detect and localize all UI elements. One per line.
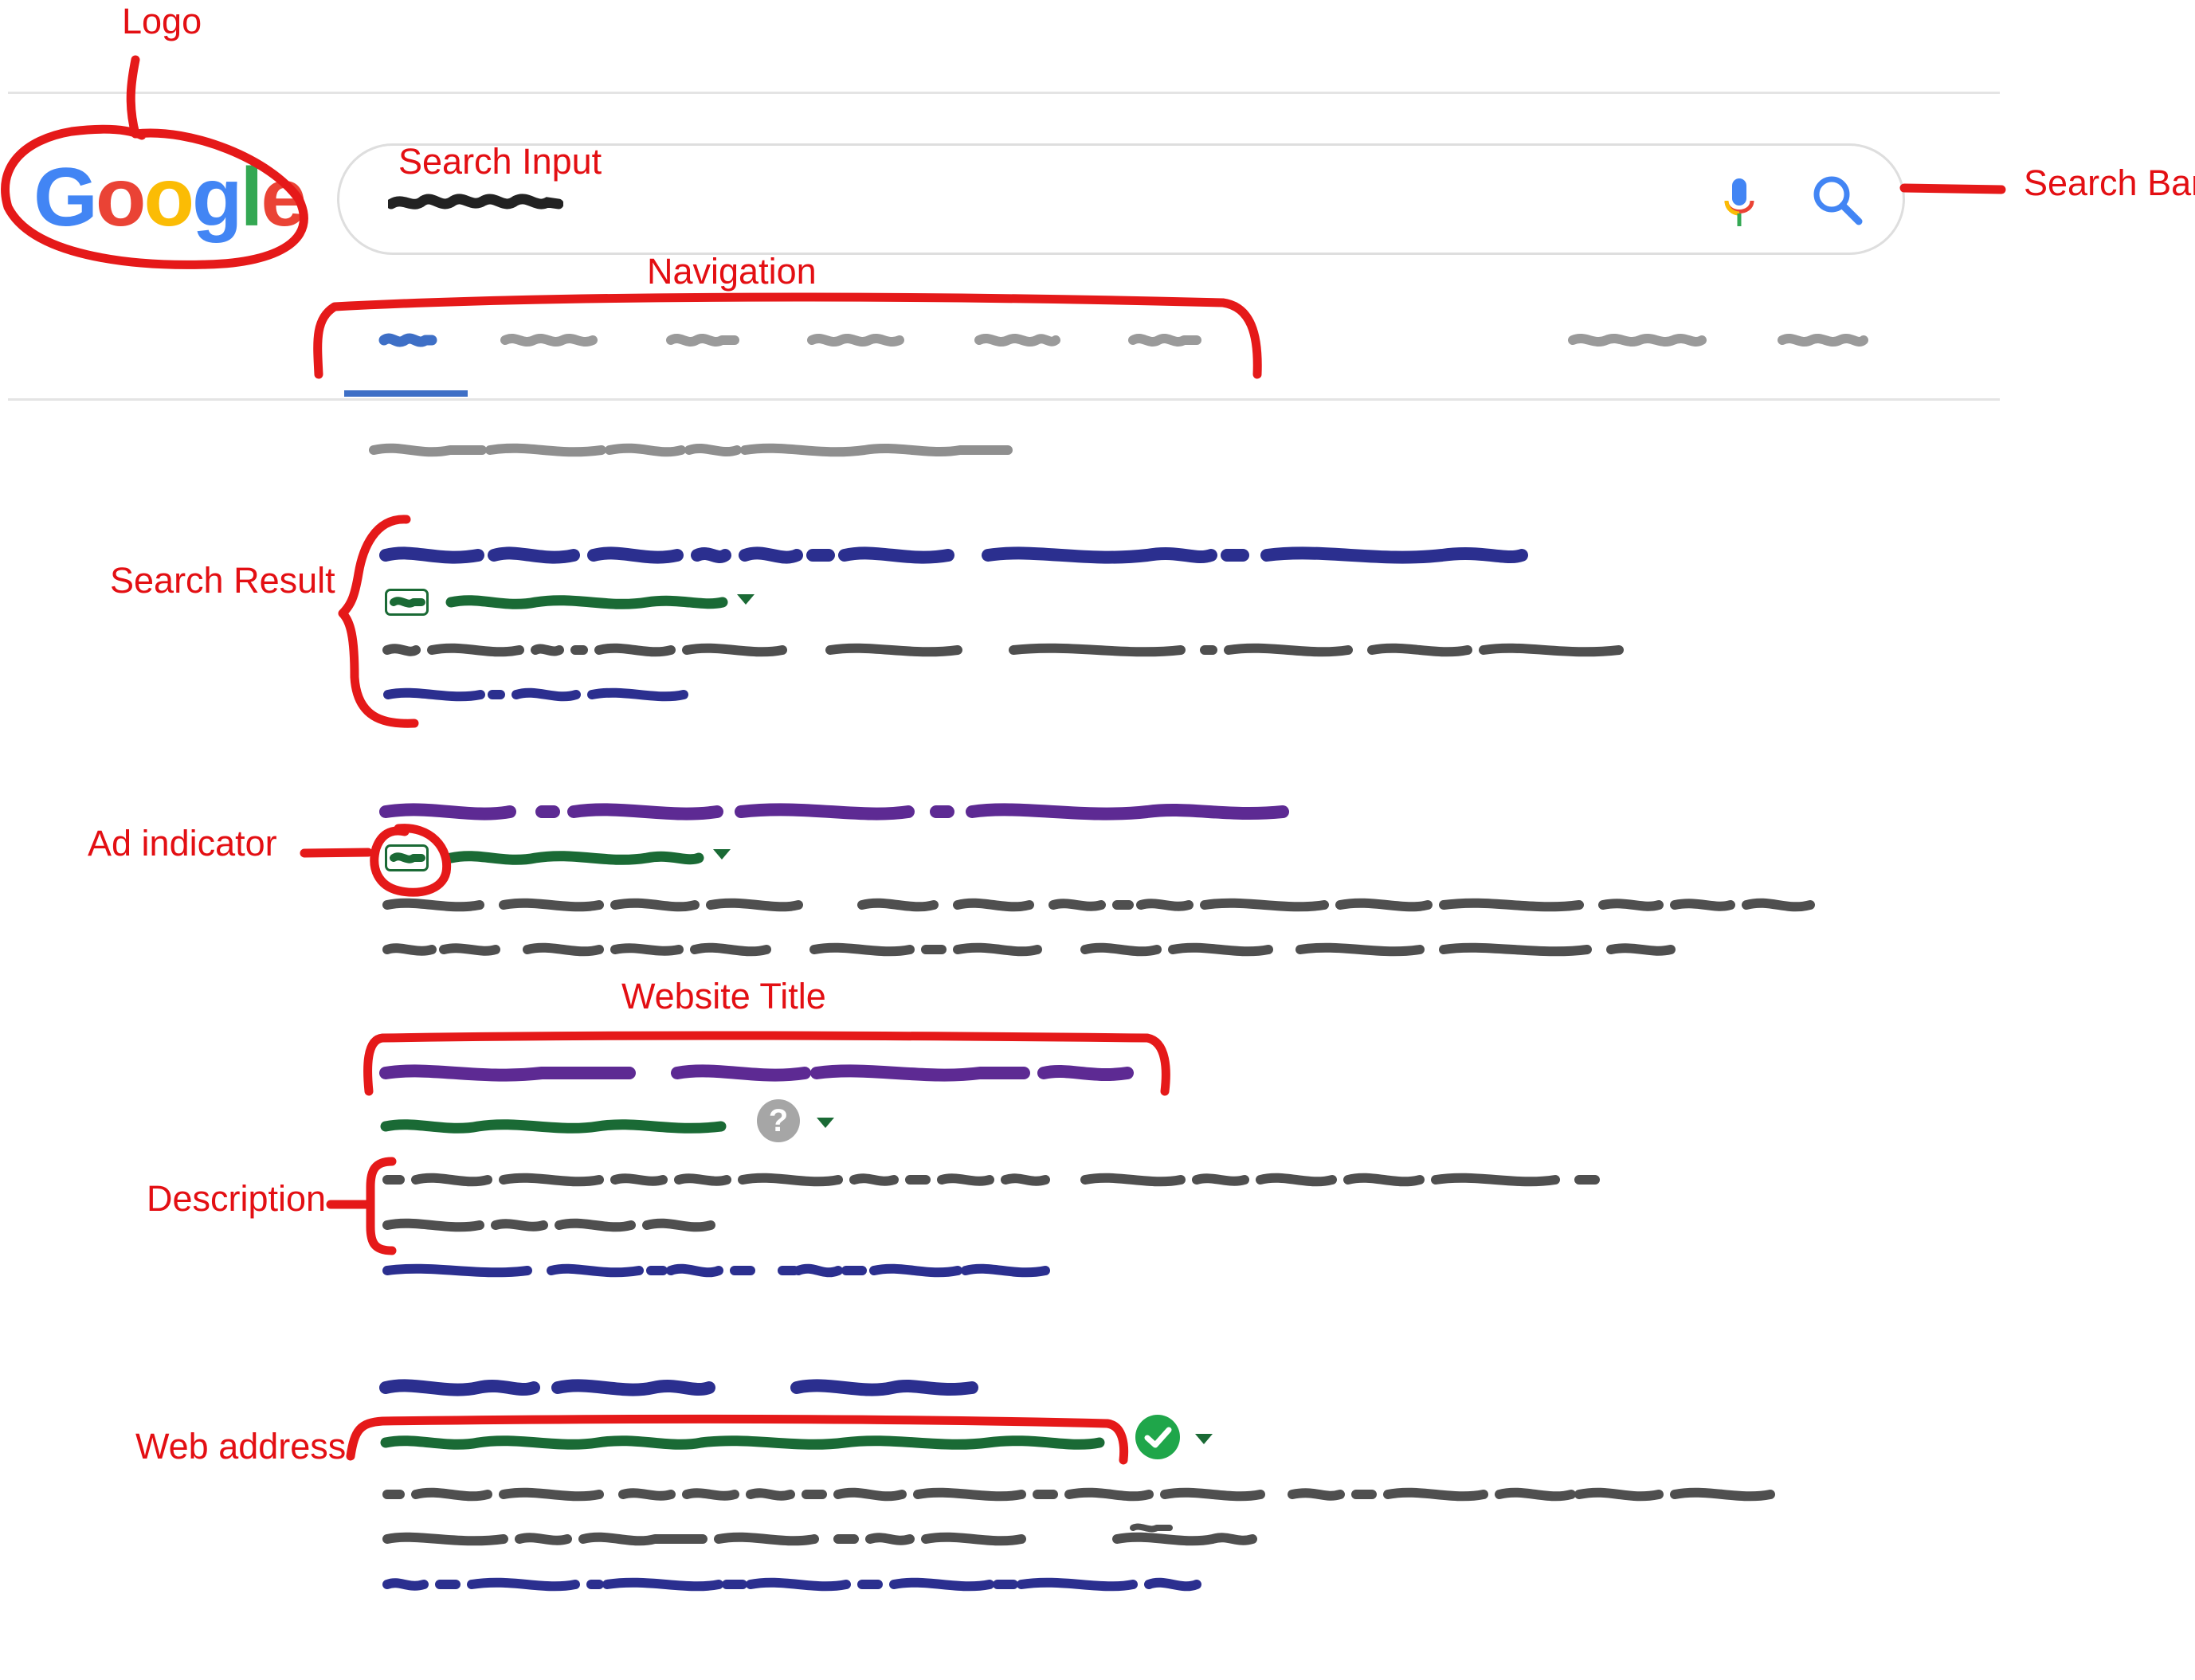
- tab-all[interactable]: [378, 331, 437, 350]
- help-icon[interactable]: ?: [757, 1099, 800, 1142]
- annotation-search-input: Search Input: [398, 141, 602, 182]
- result-2-url[interactable]: [445, 847, 704, 869]
- result-1-url[interactable]: [445, 591, 728, 613]
- annotation-logo: Logo: [122, 1, 202, 41]
- result-3-snippet-line-2: [382, 1218, 715, 1232]
- result-4-title[interactable]: [379, 1374, 980, 1401]
- logo-letter: o: [143, 151, 194, 244]
- top-divider: [8, 92, 2000, 94]
- logo-letter: l: [240, 151, 264, 244]
- result-3-sitelinks[interactable]: [382, 1259, 1053, 1282]
- header-divider: [8, 398, 2000, 401]
- result-1-snippet: [382, 643, 1624, 657]
- verified-check-icon: [1135, 1415, 1180, 1459]
- caret-down-icon[interactable]: [817, 1118, 834, 1128]
- result-4-snippet-line-1: [382, 1487, 1775, 1502]
- tab-settings[interactable]: [1568, 331, 1707, 350]
- annotation-description: Description: [147, 1178, 327, 1219]
- result-2-snippet-line-1: [382, 898, 1815, 912]
- result-1-ad-label: [390, 597, 425, 608]
- logo-letter: o: [95, 151, 147, 244]
- result-3-title[interactable]: [379, 1059, 1134, 1087]
- logo-letter: G: [33, 151, 98, 244]
- tab-shopping[interactable]: [974, 331, 1060, 350]
- mic-icon[interactable]: [1723, 177, 1755, 229]
- result-2-snippet-line-2: [382, 942, 1676, 957]
- tab-news[interactable]: [807, 331, 904, 350]
- result-3-snippet-line-1: [382, 1173, 1600, 1187]
- tab-videos[interactable]: [666, 331, 739, 350]
- active-tab-indicator: [344, 390, 468, 397]
- annotation-search-bar: Search Bar: [2024, 163, 2195, 203]
- result-4-snippet-superscript: [1130, 1523, 1173, 1533]
- logo-letter: e: [261, 151, 307, 244]
- caret-down-icon[interactable]: [713, 849, 731, 860]
- annotation-search-result: Search Result: [110, 560, 335, 601]
- results-stats: [369, 443, 1013, 457]
- result-4-url[interactable]: [380, 1431, 1107, 1454]
- logo-letter: g: [191, 151, 243, 244]
- result-2-title[interactable]: [379, 798, 1291, 825]
- result-3-url[interactable]: [380, 1115, 727, 1138]
- annotation-ad-indicator: Ad indicator: [88, 823, 277, 863]
- search-icon[interactable]: [1811, 174, 1864, 226]
- result-1-sitelinks[interactable]: [383, 683, 688, 706]
- annotation-website-title: Website Title: [621, 976, 826, 1016]
- caret-down-icon[interactable]: [1195, 1434, 1213, 1444]
- caret-down-icon[interactable]: [737, 594, 755, 605]
- result-1-title[interactable]: [379, 542, 1530, 569]
- result-4-snippet-line-2: [382, 1532, 1257, 1546]
- tab-tools[interactable]: [1778, 331, 1868, 350]
- tab-images[interactable]: [500, 331, 598, 350]
- annotation-web-address: Web address: [135, 1426, 347, 1467]
- google-logo[interactable]: Google: [33, 156, 307, 239]
- annotation-navigation: Navigation: [647, 251, 817, 292]
- result-4-sitelinks[interactable]: [382, 1573, 1324, 1596]
- search-input[interactable]: [388, 186, 563, 218]
- tab-more[interactable]: [1128, 331, 1201, 350]
- result-2-ad-label: [390, 852, 425, 863]
